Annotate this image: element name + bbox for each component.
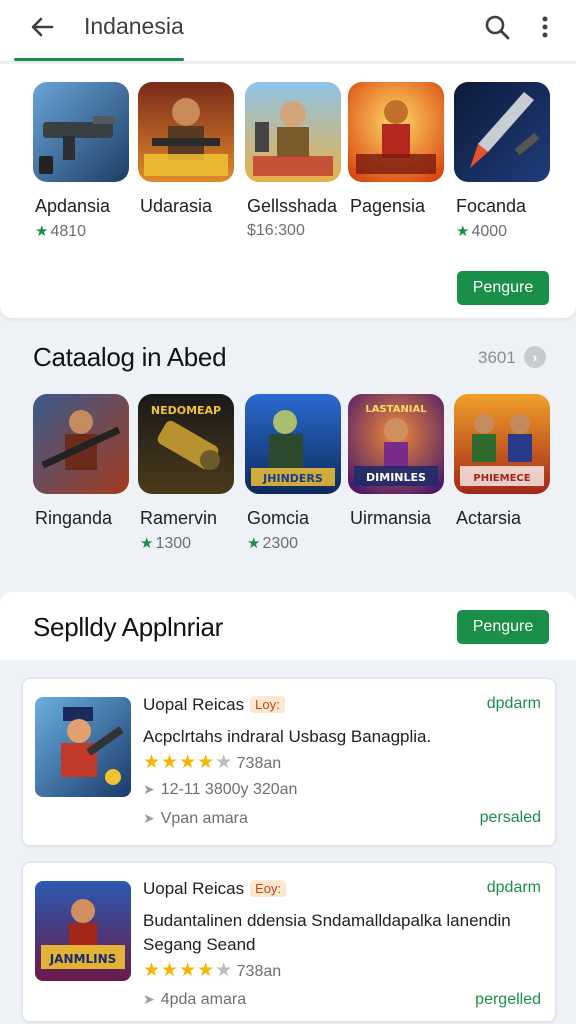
section-count: 3601 [478, 348, 516, 367]
app-name: Pagensia [350, 196, 426, 216]
list-item-title: Uopal Reicas Eoy: [143, 879, 287, 899]
page-title: Indanesia [84, 13, 184, 39]
app-rating: ★ 4810 [35, 223, 87, 240]
list-item[interactable]: JANMLINS Uopal Reicas Eoy: dpdarm Budanta… [22, 862, 556, 1022]
arrow-icon: ➤ [143, 781, 155, 797]
gun-icon [33, 82, 129, 182]
star-icon: ★ [247, 535, 261, 552]
app-rating: ★ 4000 [456, 223, 508, 240]
status-badge: Loy: [250, 696, 285, 713]
app-rating: ★ 2300 [247, 535, 299, 552]
hero-icon [348, 82, 444, 182]
pengure-button[interactable]: Pengure [457, 610, 549, 644]
soldier-icon [138, 82, 234, 182]
app-bar: Indanesia [0, 0, 576, 62]
arrow-icon: ➤ [143, 810, 155, 826]
status-badge: Eoy: [250, 880, 287, 897]
soldier-icon: JHINDERS [245, 394, 341, 494]
warrior-icon [245, 82, 341, 182]
icon-label: NEDOMEAP [151, 404, 221, 417]
soldier-icon [35, 697, 131, 797]
catalog-section: Cataalog in Abed 3601 › Ringanda NEDOMEA… [0, 330, 576, 580]
app-name: Uirmansia [350, 508, 432, 528]
featured-apps-card: Apdansia ★ 4810 Udarasia Gellsshada $16:3… [0, 64, 576, 318]
pengure-button[interactable]: Pengure [457, 271, 549, 305]
star-empty-icon: ★ [215, 752, 233, 773]
search-icon[interactable] [482, 12, 512, 42]
icon-label: JHINDERS [262, 472, 323, 485]
rating: ★★★★★ 738an [143, 752, 282, 773]
star-empty-icon: ★ [215, 960, 233, 981]
more-vert-icon[interactable] [534, 12, 556, 42]
app-name: Actarsia [456, 508, 522, 528]
list-item-meta: ➤ 12-11 3800y 320an [143, 781, 298, 798]
chevron-right-icon[interactable]: › [524, 346, 546, 368]
soldier-icon [33, 394, 129, 494]
app-rating: ★ 1300 [140, 535, 192, 552]
cannon-icon: NEDOMEAP [138, 394, 234, 494]
list-item[interactable]: Uopal Reicas Loy: dpdarm Acpclrtahs indra… [22, 678, 556, 846]
star-icon: ★★★★ [143, 960, 216, 981]
app-name: Apdansia [35, 196, 111, 216]
list-item-status[interactable]: persaled [480, 809, 541, 827]
rocket-icon [454, 82, 550, 182]
section-header-card: Seplldy Applnriar Pengure [0, 592, 576, 660]
app-name: Gomcia [247, 508, 310, 528]
list-item-description: Acpclrtahs indraral Usbasg Banagplia. [143, 727, 432, 746]
list-item-meta: ➤ 4pda amara [143, 991, 247, 1008]
list-item-title: Uopal Reicas Loy: [143, 695, 285, 715]
star-icon: ★ [140, 535, 154, 552]
star-icon: ★★★★ [143, 752, 216, 773]
list-item-tag[interactable]: dpdarm [487, 879, 541, 897]
arrow-icon: ➤ [143, 991, 155, 1007]
list-item-status[interactable]: pergelled [475, 991, 541, 1009]
icon-label: JANMLINS [49, 952, 117, 966]
app-name: Udarasia [140, 196, 213, 216]
app-price: $16:300 [247, 222, 305, 239]
star-icon: ★ [456, 223, 470, 240]
icon-label: PHIEMECE [473, 473, 530, 484]
arrow-back-icon[interactable] [26, 12, 58, 42]
section-title: Cataalog in Abed [33, 342, 227, 372]
icon-label: DIMINLES [366, 471, 426, 484]
section-title: Seplldy Applnriar [33, 612, 224, 642]
list-item-description: Budantalinen ddensia Sndamalldapalka lan… [143, 911, 511, 954]
list-item-meta: ➤ Vpan amara [143, 810, 248, 827]
app-name: Gellsshada [247, 196, 338, 216]
hero-icon: LASTANIAL DIMINLES [348, 394, 444, 494]
warrior-icon: JANMLINS [35, 881, 131, 981]
list-item-tag[interactable]: dpdarm [487, 695, 541, 713]
rating: ★★★★★ 738an [143, 960, 282, 981]
app-name: Focanda [456, 196, 527, 216]
soldiers-icon: PHIEMECE [454, 394, 550, 494]
app-name: Ringanda [35, 508, 113, 528]
star-icon: ★ [35, 223, 49, 240]
app-name: Ramervin [140, 508, 218, 528]
tab-indicator [14, 58, 184, 61]
icon-label: LASTANIAL [365, 404, 427, 415]
